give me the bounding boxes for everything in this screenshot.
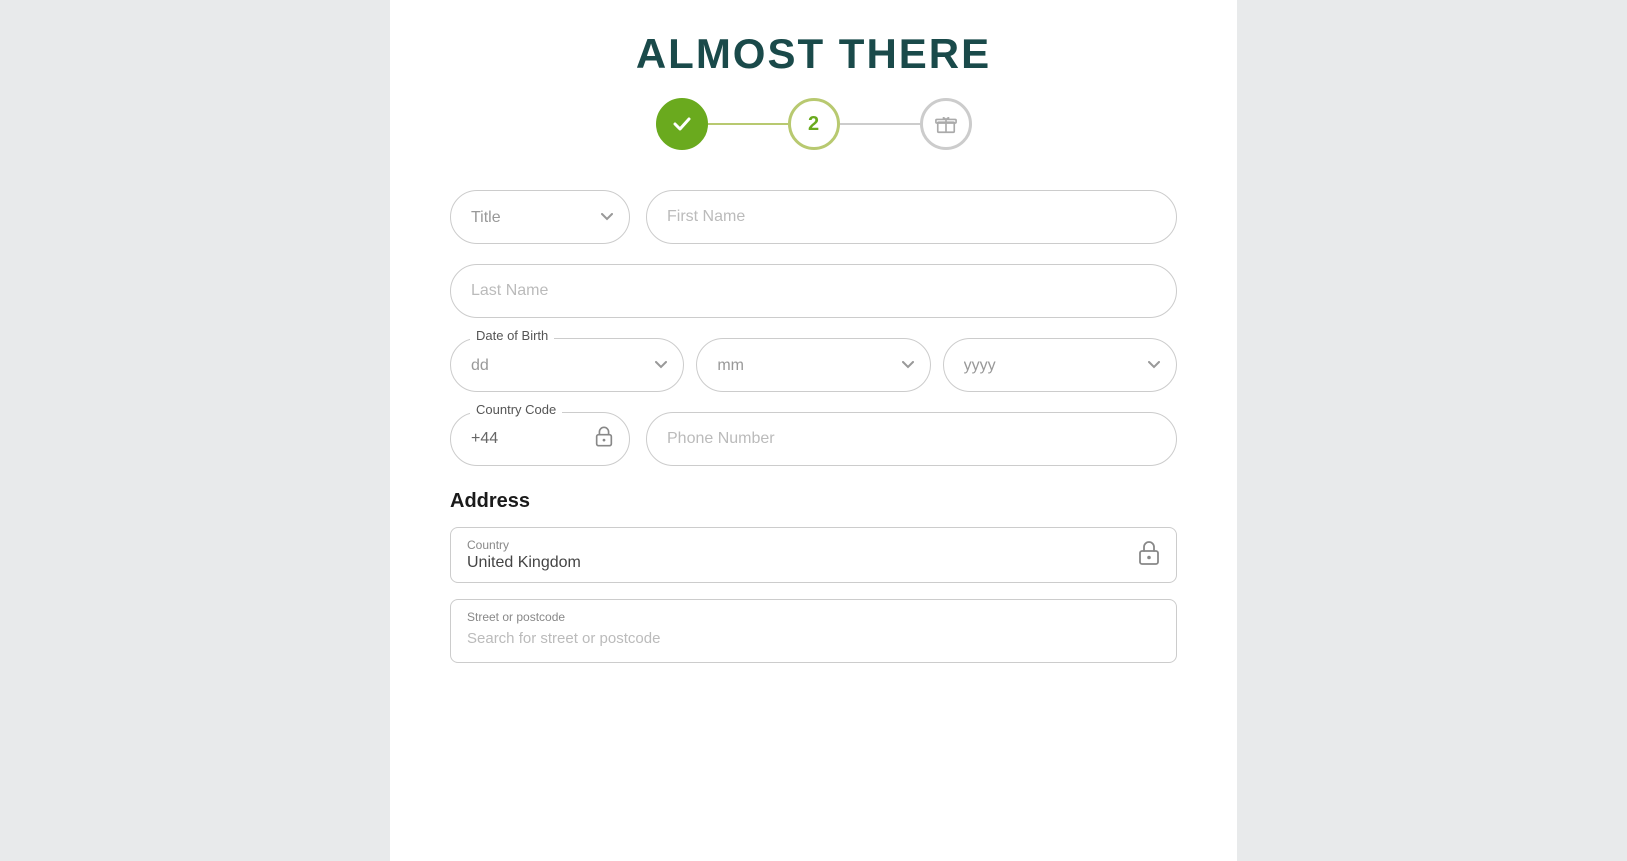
dob-row: dd mm yyyy — [450, 338, 1177, 392]
page-wrapper: ALMOST THERE 2 — [0, 0, 1627, 861]
lock-icon-country — [1138, 539, 1160, 571]
step-1-circle — [656, 98, 708, 150]
title-firstname-row: Title Mr Mrs Miss Ms Dr — [450, 190, 1177, 244]
street-postcode-input[interactable] — [467, 630, 1160, 647]
firstname-input[interactable] — [646, 190, 1177, 244]
dob-label: Date of Birth — [470, 328, 554, 343]
dob-yyyy-select[interactable]: yyyy — [943, 338, 1177, 392]
step-line-1 — [708, 123, 788, 125]
gift-icon — [935, 113, 957, 135]
lastname-row — [450, 264, 1177, 318]
dob-dd-select[interactable]: dd — [450, 338, 684, 392]
title-wrapper: Title Mr Mrs Miss Ms Dr — [450, 190, 630, 244]
lock-icon-phone — [594, 426, 614, 453]
dob-group: Date of Birth dd mm yyyy — [450, 338, 1177, 392]
checkmark-icon — [671, 113, 693, 135]
country-code-label: Country Code — [470, 402, 562, 417]
address-section: Address Country United Kingdom Street or… — [450, 490, 1177, 663]
sidebar-left — [0, 0, 390, 861]
step-line-2 — [840, 123, 920, 125]
page-title: ALMOST THERE — [450, 30, 1177, 78]
step-3-circle — [920, 98, 972, 150]
title-select[interactable]: Title Mr Mrs Miss Ms Dr — [450, 190, 630, 244]
country-code-wrapper: Country Code — [450, 412, 630, 466]
dob-mm-select[interactable]: mm — [696, 338, 930, 392]
main-content: ALMOST THERE 2 — [390, 0, 1237, 861]
address-title: Address — [450, 490, 1177, 513]
progress-steps: 2 — [450, 98, 1177, 150]
street-label: Street or postcode — [467, 610, 1160, 624]
country-field-label: Country — [467, 538, 1128, 552]
firstname-wrapper — [646, 190, 1177, 244]
phone-group: Country Code — [450, 412, 1177, 466]
step-2-label: 2 — [808, 113, 819, 136]
phone-number-input[interactable] — [646, 412, 1177, 466]
country-value: United Kingdom — [467, 554, 1128, 572]
street-postcode-wrapper: Street or postcode — [450, 599, 1177, 663]
country-field-wrapper: Country United Kingdom — [450, 527, 1177, 583]
phone-number-wrapper — [646, 412, 1177, 466]
step-2-circle: 2 — [788, 98, 840, 150]
lastname-input[interactable] — [450, 264, 1177, 318]
sidebar-right — [1237, 0, 1627, 861]
